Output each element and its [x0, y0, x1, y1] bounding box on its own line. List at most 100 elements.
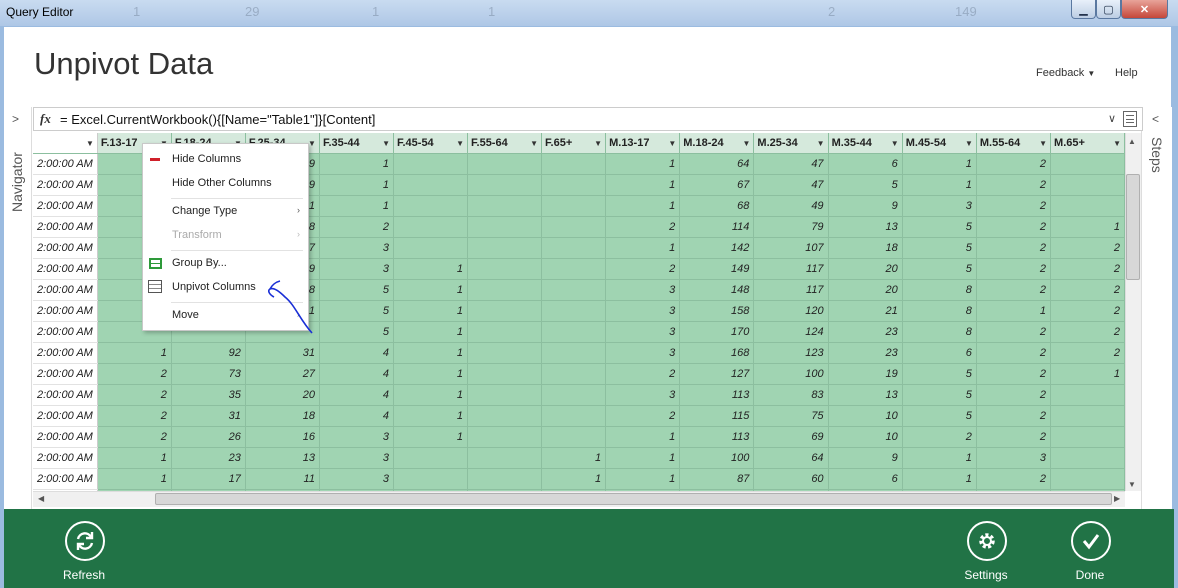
table-cell[interactable]: [467, 321, 543, 343]
table-cell[interactable]: 2: [1050, 342, 1125, 364]
table-cell[interactable]: 115: [679, 405, 755, 427]
column-filter-icon[interactable]: ▼: [965, 139, 973, 148]
table-cell[interactable]: 5: [902, 405, 977, 427]
table-cell[interactable]: 3: [605, 342, 681, 364]
table-cell[interactable]: [541, 216, 607, 238]
column-header[interactable]: M.35-44 ▼: [828, 133, 903, 154]
table-cell[interactable]: 20: [828, 279, 903, 301]
table-cell[interactable]: [467, 258, 543, 280]
table-cell[interactable]: 2: [976, 384, 1052, 406]
table-cell[interactable]: [467, 426, 543, 448]
time-cell[interactable]: 2:00:00 AM: [33, 321, 98, 343]
done-button[interactable]: Done: [1050, 511, 1130, 582]
table-cell[interactable]: 149: [679, 258, 755, 280]
table-cell[interactable]: 1: [902, 153, 977, 175]
table-cell[interactable]: 3: [319, 258, 394, 280]
table-cell[interactable]: 2: [1050, 237, 1125, 259]
steps-label[interactable]: Steps: [1145, 137, 1175, 197]
table-cell[interactable]: 75: [753, 405, 829, 427]
table-cell[interactable]: 2: [97, 426, 172, 448]
table-cell[interactable]: [467, 279, 543, 301]
table-cell[interactable]: 23: [828, 342, 903, 364]
column-filter-icon[interactable]: ▼: [308, 139, 316, 148]
table-cell[interactable]: 67: [679, 174, 755, 196]
table-cell[interactable]: 2: [976, 468, 1052, 490]
table-cell[interactable]: 2: [97, 384, 172, 406]
table-cell[interactable]: 170: [679, 321, 755, 343]
table-cell[interactable]: 31: [245, 342, 320, 364]
table-cell[interactable]: 3: [976, 447, 1052, 469]
table-cell[interactable]: 10: [828, 405, 903, 427]
table-cell[interactable]: 1: [319, 153, 394, 175]
time-cell[interactable]: 2:00:00 AM: [33, 279, 98, 301]
table-cell[interactable]: 5: [319, 321, 394, 343]
table-cell[interactable]: 64: [753, 447, 829, 469]
table-cell[interactable]: 20: [828, 258, 903, 280]
table-cell[interactable]: [541, 426, 607, 448]
table-cell[interactable]: 5: [319, 279, 394, 301]
time-cell[interactable]: 2:00:00 AM: [33, 384, 98, 406]
table-cell[interactable]: 87: [679, 468, 755, 490]
table-cell[interactable]: 3: [605, 321, 681, 343]
table-cell[interactable]: 60: [753, 468, 829, 490]
table-cell[interactable]: 6: [828, 153, 903, 175]
table-cell[interactable]: 1: [319, 195, 394, 217]
menu-item-group-by[interactable]: Group By...: [143, 252, 308, 274]
table-cell[interactable]: [393, 237, 469, 259]
table-cell[interactable]: 2: [976, 279, 1052, 301]
table-cell[interactable]: 19: [828, 363, 903, 385]
table-cell[interactable]: 1: [541, 447, 607, 469]
column-filter-icon[interactable]: ▼: [742, 139, 750, 148]
table-cell[interactable]: [393, 195, 469, 217]
table-row[interactable]: 2:00:00 AM 1 17 11 3 1 1 87 60 6 1 2: [33, 468, 1125, 490]
table-cell[interactable]: 124: [753, 321, 829, 343]
column-header[interactable]: F.55-64 ▼: [467, 133, 543, 154]
table-cell[interactable]: 8: [902, 321, 977, 343]
table-cell[interactable]: 1: [902, 468, 977, 490]
table-row[interactable]: 2:00:00 AM 2 26 16 3 1 1 113 69 10 2 2: [33, 426, 1125, 448]
table-cell[interactable]: 148: [679, 279, 755, 301]
time-cell[interactable]: 2:00:00 AM: [33, 447, 98, 469]
table-cell[interactable]: 1: [605, 468, 681, 490]
table-cell[interactable]: 1: [605, 426, 681, 448]
vertical-scroll-thumb[interactable]: [1126, 174, 1140, 280]
scroll-down-icon[interactable]: ▼: [1128, 480, 1136, 489]
time-cell[interactable]: 2:00:00 AM: [33, 195, 98, 217]
menu-item-hide-columns[interactable]: Hide Columns: [143, 148, 308, 170]
scroll-left-icon[interactable]: ◀: [38, 494, 44, 503]
expand-steps-icon[interactable]: <: [1152, 112, 1159, 126]
table-cell[interactable]: 1: [902, 447, 977, 469]
table-cell[interactable]: 47: [753, 153, 829, 175]
table-cell[interactable]: 20: [245, 384, 320, 406]
table-cell[interactable]: 1: [97, 468, 172, 490]
table-cell[interactable]: [1050, 468, 1125, 490]
column-filter-icon[interactable]: ▼: [891, 139, 899, 148]
table-cell[interactable]: 2: [976, 174, 1052, 196]
table-cell[interactable]: 2: [1050, 300, 1125, 322]
table-cell[interactable]: [467, 237, 543, 259]
column-header[interactable]: F.65+ ▼: [541, 133, 607, 154]
column-filter-icon[interactable]: ▼: [1113, 139, 1121, 148]
table-cell[interactable]: 3: [605, 384, 681, 406]
table-cell[interactable]: 49: [753, 195, 829, 217]
table-cell[interactable]: 6: [902, 342, 977, 364]
table-cell[interactable]: 5: [902, 258, 977, 280]
table-cell[interactable]: 2: [605, 405, 681, 427]
table-cell[interactable]: [541, 195, 607, 217]
table-cell[interactable]: 11: [245, 468, 320, 490]
table-cell[interactable]: 16: [245, 426, 320, 448]
table-menu-header[interactable]: ▼: [33, 133, 98, 154]
table-cell[interactable]: 5: [902, 363, 977, 385]
table-cell[interactable]: 113: [679, 384, 755, 406]
table-cell[interactable]: [393, 468, 469, 490]
table-cell[interactable]: [1050, 426, 1125, 448]
column-header[interactable]: M.13-17 ▼: [605, 133, 681, 154]
table-cell[interactable]: 1: [605, 447, 681, 469]
table-cell[interactable]: 2: [1050, 258, 1125, 280]
time-cell[interactable]: 2:00:00 AM: [33, 468, 98, 490]
time-cell[interactable]: 2:00:00 AM: [33, 363, 98, 385]
table-cell[interactable]: [1050, 153, 1125, 175]
table-cell[interactable]: [541, 153, 607, 175]
table-cell[interactable]: 100: [679, 447, 755, 469]
column-filter-icon[interactable]: ▼: [594, 139, 602, 148]
